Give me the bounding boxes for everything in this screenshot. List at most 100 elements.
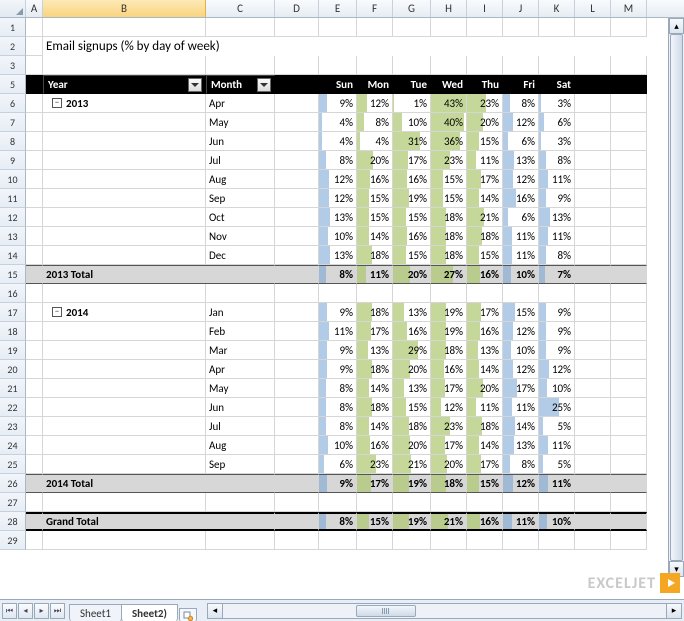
row-header-28[interactable]: 28 bbox=[0, 512, 26, 531]
row-header-27[interactable]: 27 bbox=[0, 493, 26, 512]
horizontal-scrollbar[interactable]: ◂ ▸ bbox=[205, 600, 684, 621]
row-header-8[interactable]: 8 bbox=[0, 132, 26, 151]
row-header-19[interactable]: 19 bbox=[0, 341, 26, 360]
data-cell[interactable]: 9% bbox=[539, 303, 575, 322]
data-cell[interactable]: 23% bbox=[431, 417, 467, 436]
cell[interactable] bbox=[611, 512, 647, 531]
data-cell[interactable]: 16% bbox=[393, 227, 431, 246]
month-cell[interactable]: Jan bbox=[206, 303, 275, 322]
cell[interactable] bbox=[611, 341, 647, 360]
data-cell[interactable]: 15% bbox=[357, 189, 393, 208]
year-cell[interactable] bbox=[43, 379, 206, 398]
column-header-J[interactable]: J bbox=[503, 0, 539, 17]
cell[interactable] bbox=[467, 56, 503, 75]
data-cell[interactable]: 10% bbox=[503, 341, 539, 360]
cell[interactable] bbox=[275, 151, 319, 170]
month-cell[interactable]: Nov bbox=[206, 227, 275, 246]
cell[interactable] bbox=[275, 360, 319, 379]
cell[interactable] bbox=[575, 113, 611, 132]
cell[interactable] bbox=[357, 531, 393, 550]
data-cell[interactable]: 14% bbox=[357, 379, 393, 398]
collapse-icon[interactable]: − bbox=[52, 307, 62, 317]
data-cell[interactable]: 18% bbox=[357, 360, 393, 379]
data-cell[interactable]: 8% bbox=[357, 113, 393, 132]
cell[interactable] bbox=[275, 474, 319, 493]
cell[interactable] bbox=[43, 284, 206, 303]
cell[interactable] bbox=[26, 37, 43, 56]
column-header-G[interactable]: G bbox=[393, 0, 431, 17]
data-cell[interactable]: 25% bbox=[539, 398, 575, 417]
data-cell[interactable]: 15% bbox=[503, 303, 539, 322]
cell[interactable] bbox=[275, 189, 319, 208]
data-cell[interactable]: 9% bbox=[319, 94, 357, 113]
subtotal-cell[interactable]: 12% bbox=[503, 474, 539, 493]
year-cell[interactable] bbox=[43, 246, 206, 265]
month-cell[interactable]: Apr bbox=[206, 94, 275, 113]
cell[interactable] bbox=[431, 56, 467, 75]
data-cell[interactable]: 18% bbox=[393, 417, 431, 436]
sheet-tab-sheet2[interactable]: Sheet2) bbox=[121, 604, 178, 621]
hscroll-track[interactable] bbox=[223, 603, 666, 619]
subtotal-cell[interactable]: 16% bbox=[467, 265, 503, 284]
data-cell[interactable]: 9% bbox=[319, 303, 357, 322]
cell[interactable] bbox=[431, 284, 467, 303]
cell[interactable] bbox=[206, 531, 275, 550]
data-cell[interactable]: 11% bbox=[539, 436, 575, 455]
cell[interactable] bbox=[431, 493, 467, 512]
data-cell[interactable]: 8% bbox=[503, 94, 539, 113]
data-cell[interactable]: 13% bbox=[503, 151, 539, 170]
data-cell[interactable]: 6% bbox=[503, 132, 539, 151]
cell[interactable] bbox=[611, 265, 647, 284]
cell[interactable] bbox=[611, 208, 647, 227]
tab-nav-first[interactable]: ⏮ bbox=[2, 603, 17, 619]
cell[interactable] bbox=[275, 417, 319, 436]
cell[interactable] bbox=[43, 18, 206, 37]
subtotal-cell[interactable]: 15% bbox=[467, 474, 503, 493]
cell[interactable] bbox=[611, 284, 647, 303]
cell[interactable] bbox=[575, 265, 611, 284]
cell[interactable] bbox=[611, 132, 647, 151]
data-cell[interactable]: 11% bbox=[503, 246, 539, 265]
cell[interactable] bbox=[26, 455, 43, 474]
cell[interactable] bbox=[26, 227, 43, 246]
data-cell[interactable]: 23% bbox=[467, 94, 503, 113]
data-cell[interactable]: 14% bbox=[467, 189, 503, 208]
cell[interactable] bbox=[206, 284, 275, 303]
data-cell[interactable]: 5% bbox=[539, 417, 575, 436]
cell[interactable] bbox=[611, 531, 647, 550]
data-cell[interactable]: 40% bbox=[431, 113, 467, 132]
data-cell[interactable]: 15% bbox=[393, 398, 431, 417]
cell[interactable] bbox=[357, 284, 393, 303]
data-cell[interactable]: 8% bbox=[319, 417, 357, 436]
row-header-11[interactable]: 11 bbox=[0, 189, 26, 208]
data-cell[interactable]: 6% bbox=[503, 208, 539, 227]
data-cell[interactable]: 16% bbox=[431, 360, 467, 379]
data-cell[interactable]: 12% bbox=[539, 360, 575, 379]
data-cell[interactable]: 9% bbox=[539, 341, 575, 360]
row-header-21[interactable]: 21 bbox=[0, 379, 26, 398]
cell[interactable] bbox=[503, 56, 539, 75]
data-cell[interactable]: 16% bbox=[393, 322, 431, 341]
data-cell[interactable]: 12% bbox=[503, 360, 539, 379]
data-cell[interactable]: 11% bbox=[467, 398, 503, 417]
cell[interactable] bbox=[539, 56, 575, 75]
cell[interactable] bbox=[611, 151, 647, 170]
cell[interactable] bbox=[611, 56, 647, 75]
cell[interactable] bbox=[575, 170, 611, 189]
data-cell[interactable]: 21% bbox=[393, 455, 431, 474]
cell[interactable] bbox=[275, 132, 319, 151]
month-cell[interactable]: Sep bbox=[206, 455, 275, 474]
cell[interactable] bbox=[467, 18, 503, 37]
month-cell[interactable]: Jul bbox=[206, 151, 275, 170]
grand-total-cell[interactable]: 15% bbox=[357, 512, 393, 531]
data-cell[interactable]: 13% bbox=[319, 208, 357, 227]
data-cell[interactable]: 8% bbox=[539, 246, 575, 265]
data-cell[interactable]: 3% bbox=[539, 94, 575, 113]
cell[interactable] bbox=[575, 436, 611, 455]
filter-dropdown-icon[interactable] bbox=[188, 78, 202, 92]
hscroll-thumb[interactable] bbox=[356, 605, 416, 617]
data-cell[interactable]: 3% bbox=[539, 132, 575, 151]
cell[interactable] bbox=[539, 493, 575, 512]
cell[interactable] bbox=[431, 18, 467, 37]
cell[interactable] bbox=[275, 436, 319, 455]
